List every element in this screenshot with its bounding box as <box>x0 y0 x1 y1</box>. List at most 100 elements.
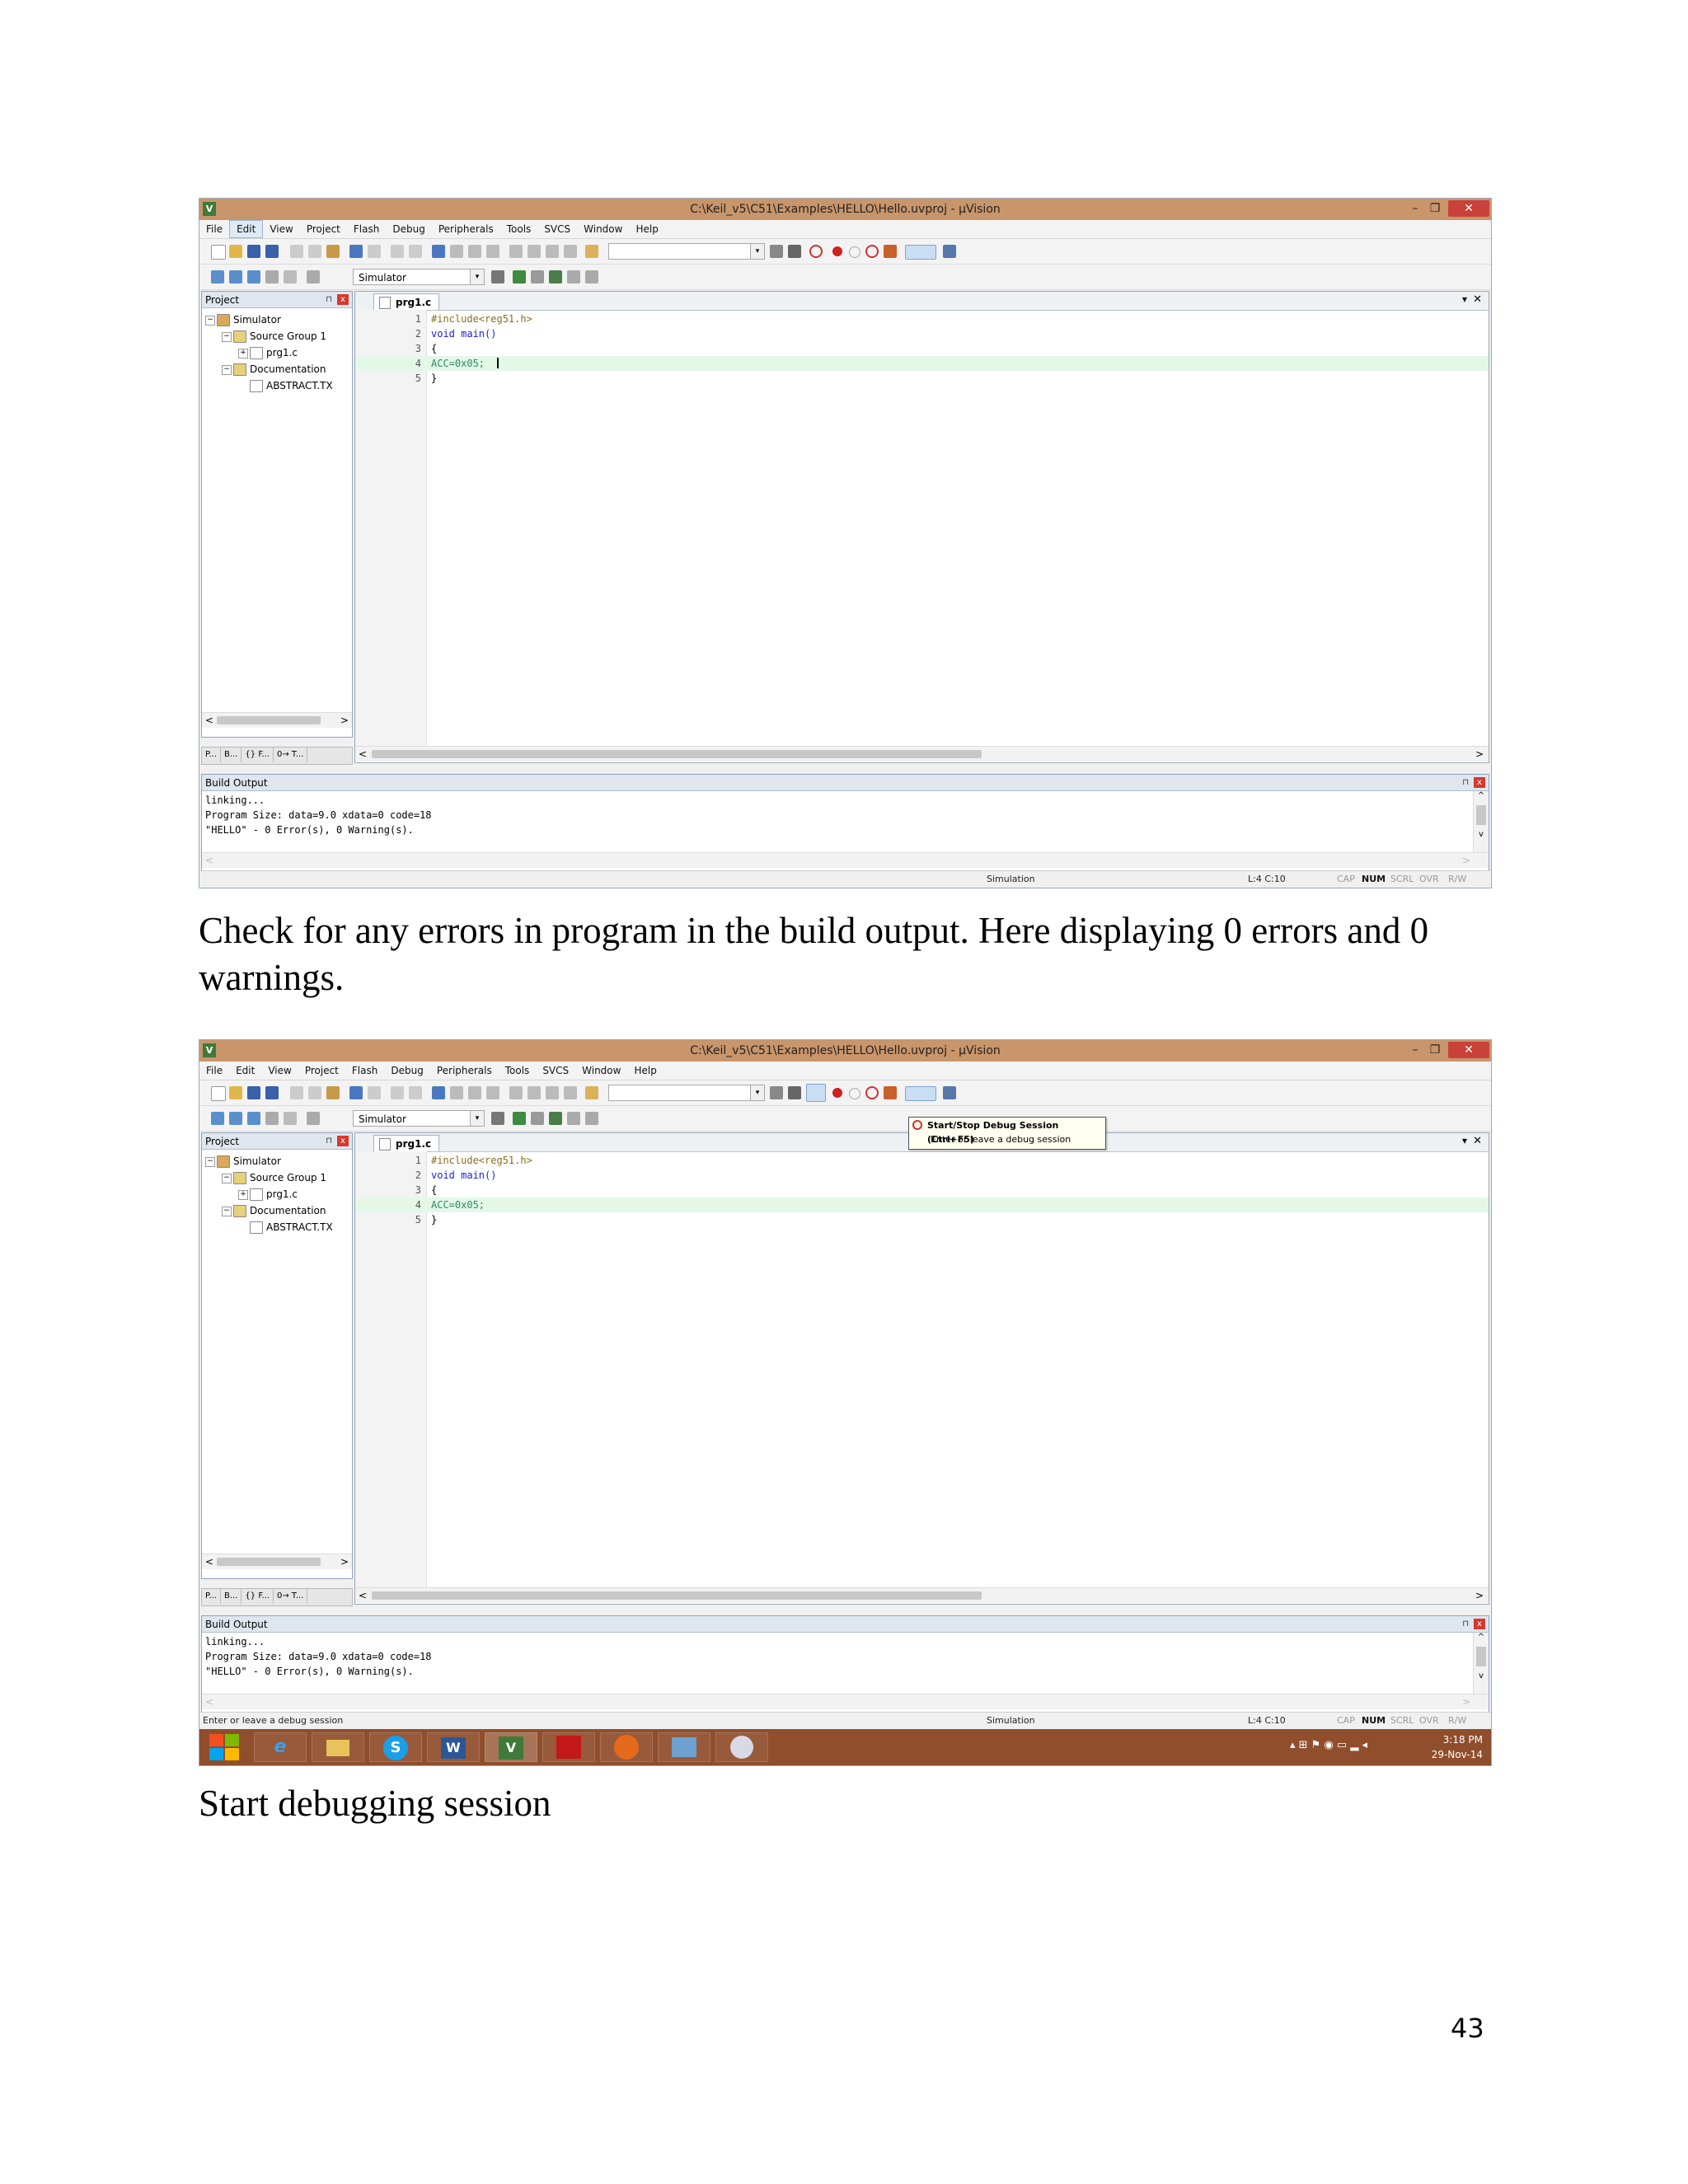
scroll-right-icon[interactable]: > <box>1462 1694 1470 1709</box>
unindent-icon[interactable] <box>528 1086 541 1099</box>
chevron-down-icon[interactable]: ▾ <box>1462 293 1467 305</box>
tree-item-source-group[interactable]: − Source Group 1 <box>205 1169 333 1186</box>
paste-icon[interactable] <box>326 245 340 258</box>
select-packs-icon[interactable] <box>549 270 562 284</box>
copy-icon[interactable] <box>308 1086 321 1099</box>
title-bar[interactable]: V C:\Keil_v5\C51\Examples\HELLO\Hello.uv… <box>199 199 1491 220</box>
build-output-hscroll[interactable]: < > <box>202 852 1489 868</box>
scroll-thumb[interactable] <box>217 716 321 724</box>
stop-build-icon[interactable] <box>284 270 297 284</box>
menu-project[interactable]: Project <box>298 1062 345 1080</box>
tab-books[interactable]: B... <box>221 1589 242 1604</box>
scroll-thumb[interactable] <box>372 1591 982 1600</box>
taskbar-explorer[interactable] <box>312 1732 364 1762</box>
tree-item-documentation[interactable]: − Documentation <box>205 361 333 377</box>
minimize-button[interactable]: – <box>1405 1042 1425 1058</box>
maximize-button[interactable]: ❐ <box>1425 1042 1445 1058</box>
redo-icon[interactable] <box>368 245 381 258</box>
new-file-icon[interactable] <box>211 1086 226 1101</box>
pack-installer-icon[interactable] <box>567 270 580 284</box>
download-icon[interactable] <box>307 1112 320 1125</box>
taskbar-uvision[interactable]: V <box>485 1732 537 1762</box>
target-select[interactable]: Simulator ▾ <box>353 269 485 285</box>
save-icon[interactable] <box>247 1086 260 1099</box>
build-output-text[interactable]: linking... Program Size: data=9.0 xdata=0… <box>205 1634 432 1679</box>
taskbar-remote[interactable] <box>658 1732 710 1762</box>
nav-back-icon[interactable] <box>391 245 404 258</box>
undo-icon[interactable] <box>349 1086 363 1099</box>
next-bookmark-icon[interactable] <box>468 245 481 258</box>
tree-item-simulator[interactable]: − Simulator <box>205 312 333 328</box>
menu-help[interactable]: Help <box>629 220 664 238</box>
undo-icon[interactable] <box>349 245 363 258</box>
tab-functions[interactable]: {} F... <box>241 748 274 762</box>
manage-components-icon[interactable] <box>513 1112 526 1125</box>
close-icon[interactable]: ✕ <box>1473 1135 1482 1147</box>
taskbar-ie[interactable]: e <box>254 1732 307 1762</box>
clear-bookmarks-icon[interactable] <box>486 245 499 258</box>
menu-peripherals[interactable]: Peripherals <box>430 1062 499 1080</box>
menu-window[interactable]: Window <box>575 1062 627 1080</box>
bookmark-icon[interactable] <box>432 245 445 258</box>
taskbar-word[interactable]: W <box>427 1732 480 1762</box>
menu-edit[interactable]: Edit <box>229 1062 261 1080</box>
chevron-down-icon[interactable]: ▾ <box>1462 1135 1467 1146</box>
scroll-left-icon[interactable]: < <box>205 853 213 868</box>
scroll-thumb[interactable] <box>1476 805 1486 825</box>
batch-build-icon[interactable] <box>265 1112 279 1125</box>
find-in-files-icon[interactable] <box>585 1086 598 1099</box>
menu-tools[interactable]: Tools <box>499 1062 537 1080</box>
pack-installer-icon[interactable] <box>567 1112 580 1125</box>
menu-svcs[interactable]: SVCS <box>537 220 577 238</box>
scroll-right-icon[interactable]: > <box>1462 853 1470 868</box>
editor-hscroll[interactable]: < > <box>355 746 1489 762</box>
scroll-left-icon[interactable]: < <box>359 1588 367 1603</box>
copy-icon[interactable] <box>308 245 321 258</box>
uncomment-icon[interactable] <box>564 245 577 258</box>
target-options-icon[interactable] <box>491 270 504 284</box>
title-bar[interactable]: V C:\Keil_v5\C51\Examples\HELLO\Hello.uv… <box>199 1040 1491 1062</box>
scroll-thumb[interactable] <box>1476 1647 1486 1666</box>
taskbar-skype[interactable]: S <box>369 1732 422 1762</box>
close-button[interactable]: ✕ <box>1448 1042 1489 1058</box>
scroll-right-icon[interactable]: > <box>1475 747 1484 762</box>
nav-back-icon[interactable] <box>391 1086 404 1099</box>
open-folder-icon[interactable] <box>229 245 242 258</box>
tab-templates[interactable]: 0→ T... <box>274 748 308 762</box>
tab-templates[interactable]: 0→ T... <box>274 1589 308 1604</box>
menu-file[interactable]: File <box>199 220 229 238</box>
kill-breakpoints-icon[interactable] <box>865 1086 879 1099</box>
tab-books[interactable]: B... <box>221 748 242 762</box>
menu-view[interactable]: View <box>263 220 299 238</box>
menu-svcs[interactable]: SVCS <box>536 1062 575 1080</box>
tree-item-abstract[interactable]: ABSTRACT.TX <box>205 1219 333 1235</box>
menu-view[interactable]: View <box>261 1062 298 1080</box>
taskbar-tool[interactable] <box>715 1732 768 1762</box>
menu-window[interactable]: Window <box>577 220 629 238</box>
target-options-icon[interactable] <box>491 1112 504 1125</box>
batch-build-icon[interactable] <box>265 270 279 284</box>
start-debug-icon[interactable] <box>809 245 823 258</box>
redo-icon[interactable] <box>368 1086 381 1099</box>
clear-breakpoints-icon[interactable] <box>884 1086 897 1099</box>
save-all-icon[interactable] <box>265 1086 279 1099</box>
scroll-down-icon[interactable]: v <box>1474 830 1489 839</box>
menu-flash[interactable]: Flash <box>347 220 386 238</box>
build-icon[interactable] <box>229 1112 242 1125</box>
scroll-thumb[interactable] <box>372 750 982 758</box>
configure-icon[interactable] <box>943 245 956 258</box>
cut-icon[interactable] <box>290 245 303 258</box>
menu-debug[interactable]: Debug <box>384 1062 429 1080</box>
close-icon[interactable]: x <box>337 294 349 305</box>
menu-flash[interactable]: Flash <box>345 1062 384 1080</box>
indent-icon[interactable] <box>509 1086 523 1099</box>
prev-bookmark-icon[interactable] <box>450 245 463 258</box>
menu-project[interactable]: Project <box>300 220 347 238</box>
kill-breakpoints-icon[interactable] <box>865 245 879 258</box>
menu-edit[interactable]: Edit <box>229 220 264 238</box>
scroll-right-icon[interactable]: > <box>340 713 349 728</box>
tree-item-source-group[interactable]: − Source Group 1 <box>205 328 333 344</box>
scroll-down-icon[interactable]: v <box>1474 1671 1489 1680</box>
menu-debug[interactable]: Debug <box>386 220 431 238</box>
save-icon[interactable] <box>247 245 260 258</box>
